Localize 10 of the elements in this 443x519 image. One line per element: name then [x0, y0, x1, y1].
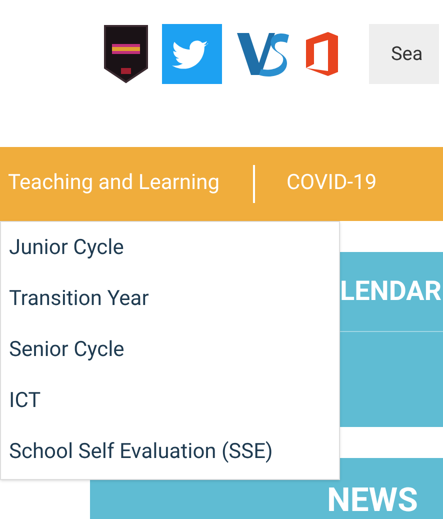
menu-item[interactable]: ICT	[1, 376, 339, 427]
menu-item[interactable]: Senior Cycle	[1, 325, 339, 376]
search-field[interactable]: Sea	[369, 24, 439, 84]
menu-item[interactable]: Transition Year	[1, 274, 339, 325]
panel-title: LENDAR	[340, 274, 442, 310]
bird-icon[interactable]	[162, 24, 222, 84]
shield-logo-icon[interactable]	[103, 24, 149, 84]
office-logo-icon[interactable]	[304, 32, 340, 76]
panel-title: NEWS	[326, 484, 418, 519]
menu-item[interactable]: Junior Cycle	[1, 223, 339, 274]
